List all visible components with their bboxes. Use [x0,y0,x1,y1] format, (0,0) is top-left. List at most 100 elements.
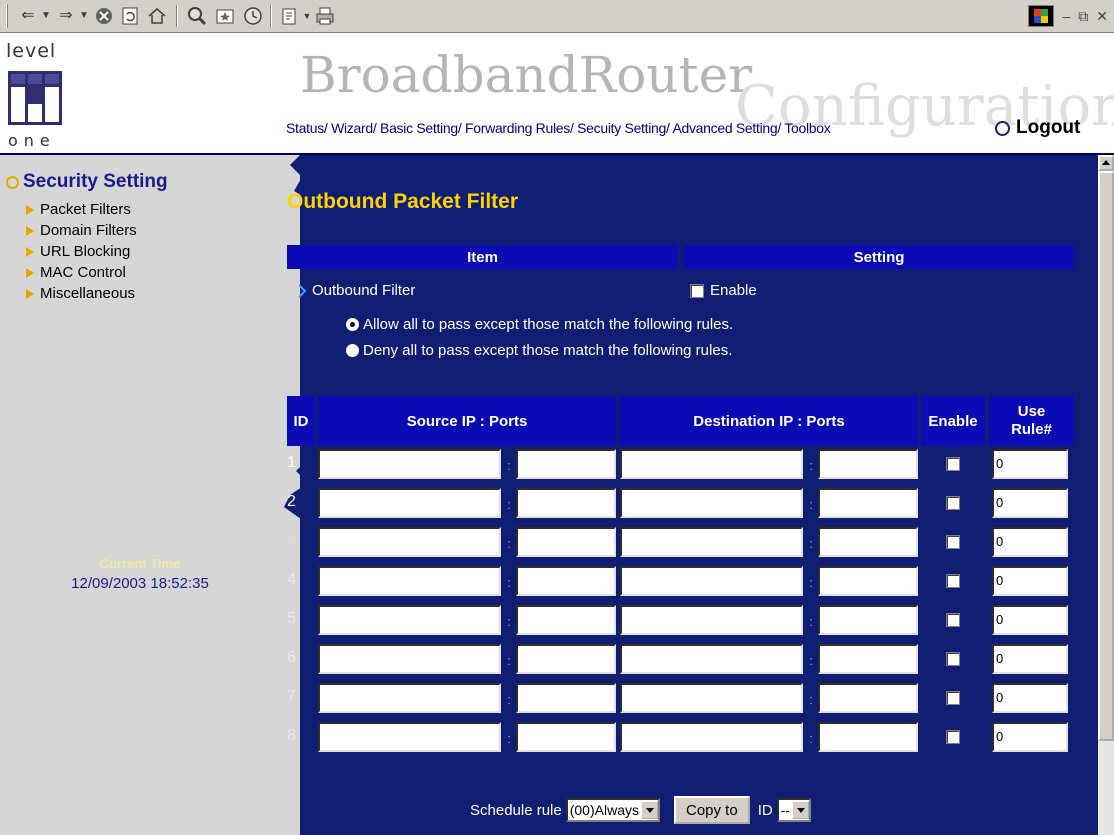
destination-port-input[interactable] [818,488,918,518]
source-port-input[interactable] [516,605,616,635]
vertical-scrollbar[interactable] [1098,155,1114,835]
home-icon[interactable] [146,5,168,27]
use-rule-input[interactable]: 0 [992,449,1068,479]
edit-dropdown-icon[interactable]: ▼ [302,5,312,27]
back-icon[interactable]: ⇐ [18,5,38,27]
destination-ip-input[interactable] [620,527,803,557]
row-id: 8 [287,727,296,744]
enable-filter-checkbox[interactable]: Enable [690,282,757,299]
source-ip-input[interactable] [318,605,501,635]
chevron-down-icon [792,801,810,819]
source-port-input[interactable] [516,644,616,674]
sidebar-item-domain-filters[interactable]: Domain Filters [26,222,137,239]
destination-ip-input[interactable] [620,722,803,752]
source-port-input[interactable] [516,488,616,518]
use-rule-input[interactable]: 0 [992,644,1068,674]
schedule-select[interactable]: (00)Always [565,798,660,822]
sidebar-item-mac-control[interactable]: MAC Control [26,264,126,281]
source-ip-input[interactable] [318,449,501,479]
destination-port-input[interactable] [818,683,918,713]
separator: : [507,692,511,707]
nav-advanced-setting[interactable]: Advanced Setting/ [672,120,781,136]
window-controls: – ⧉ ✕ [1028,5,1108,27]
destination-ip-input[interactable] [620,566,803,596]
favorites-icon[interactable] [214,5,236,27]
separator: : [507,497,511,512]
forward-icon[interactable]: ⇒ [56,5,76,27]
destination-port-input[interactable] [818,527,918,557]
scroll-up-icon[interactable] [1098,155,1114,171]
source-ip-input[interactable] [318,722,501,752]
source-ip-input[interactable] [318,488,501,518]
source-port-input[interactable] [516,527,616,557]
allow-all-radio[interactable]: Allow all to pass except those match the… [346,316,733,333]
destination-ip-input[interactable] [620,449,803,479]
nav-wizard[interactable]: Wizard/ [331,120,377,136]
back-dropdown-icon[interactable]: ▼ [40,5,52,27]
destination-ip-input[interactable] [620,488,803,518]
print-icon[interactable] [314,5,336,27]
toolbar-separator [176,5,178,27]
sidebar-item-url-blocking[interactable]: URL Blocking [26,243,130,260]
triangle-bullet-icon [26,267,34,278]
nav-security-setting[interactable]: Secuity Setting/ [577,120,670,136]
forward-dropdown-icon[interactable]: ▼ [78,5,90,27]
source-ip-input[interactable] [318,683,501,713]
source-ip-input[interactable] [318,566,501,596]
destination-port-input[interactable] [818,644,918,674]
source-port-input[interactable] [516,566,616,596]
use-rule-input[interactable]: 0 [992,527,1068,557]
close-icon[interactable]: ✕ [1096,8,1108,25]
deny-all-radio[interactable]: Deny all to pass except those match the … [346,342,732,359]
separator: : [507,614,511,629]
triangle-bullet-icon [26,246,34,257]
refresh-icon[interactable] [120,5,140,27]
destination-port-input[interactable] [818,722,918,752]
scrollbar-thumb[interactable] [1098,171,1114,741]
row-enable-checkbox[interactable] [946,574,960,588]
row-enable-checkbox[interactable] [946,730,960,744]
destination-port-input[interactable] [818,449,918,479]
use-rule-input[interactable]: 0 [992,683,1068,713]
source-port-input[interactable] [516,449,616,479]
use-rule-input[interactable]: 0 [992,605,1068,635]
destination-ip-input[interactable] [620,644,803,674]
source-port-input[interactable] [516,722,616,752]
source-port-input[interactable] [516,683,616,713]
use-rule-input[interactable]: 0 [992,488,1068,518]
row-id: 1 [287,454,296,471]
destination-port-input[interactable] [818,566,918,596]
destination-port-input[interactable] [818,605,918,635]
sidebar-item-packet-filters[interactable]: Packet Filters [26,201,131,218]
deny-all-label: Deny all to pass except those match the … [363,342,733,359]
logout-link[interactable]: Logout [995,117,1080,139]
use-rule-input[interactable]: 0 [992,566,1068,596]
nav-basic-setting[interactable]: Basic Setting/ [380,120,462,136]
row-enable-checkbox[interactable] [946,652,960,666]
row-enable-checkbox[interactable] [946,535,960,549]
search-icon[interactable] [186,5,208,27]
row-enable-checkbox[interactable] [946,691,960,705]
row-enable-checkbox[interactable] [946,496,960,510]
sidebar-item-miscellaneous[interactable]: Miscellaneous [26,285,135,302]
stop-icon[interactable] [94,5,114,27]
nav-forwarding-rules[interactable]: Forwarding Rules/ [465,120,574,136]
id-select[interactable]: -- [776,798,812,822]
nav-status[interactable]: Status/ [286,120,328,136]
restore-icon[interactable]: ⧉ [1078,8,1088,25]
browser-toolbar: ⇐ ▼ ⇒ ▼ ▼ – ⧉ ✕ [0,0,1114,33]
source-ip-input[interactable] [318,527,501,557]
schedule-row: Schedule rule (00)Always Copy to ID -- [470,796,812,824]
row-enable-checkbox[interactable] [946,613,960,627]
edit-icon[interactable] [280,5,302,27]
history-icon[interactable] [242,5,264,27]
outbound-filter-row: Outbound Filter [298,282,415,299]
destination-ip-input[interactable] [620,605,803,635]
copy-to-button[interactable]: Copy to [673,796,750,824]
minimize-icon[interactable]: – [1062,8,1070,24]
destination-ip-input[interactable] [620,683,803,713]
row-enable-checkbox[interactable] [946,457,960,471]
use-rule-input[interactable]: 0 [992,722,1068,752]
source-ip-input[interactable] [318,644,501,674]
nav-toolbox[interactable]: Toolbox [784,120,830,136]
